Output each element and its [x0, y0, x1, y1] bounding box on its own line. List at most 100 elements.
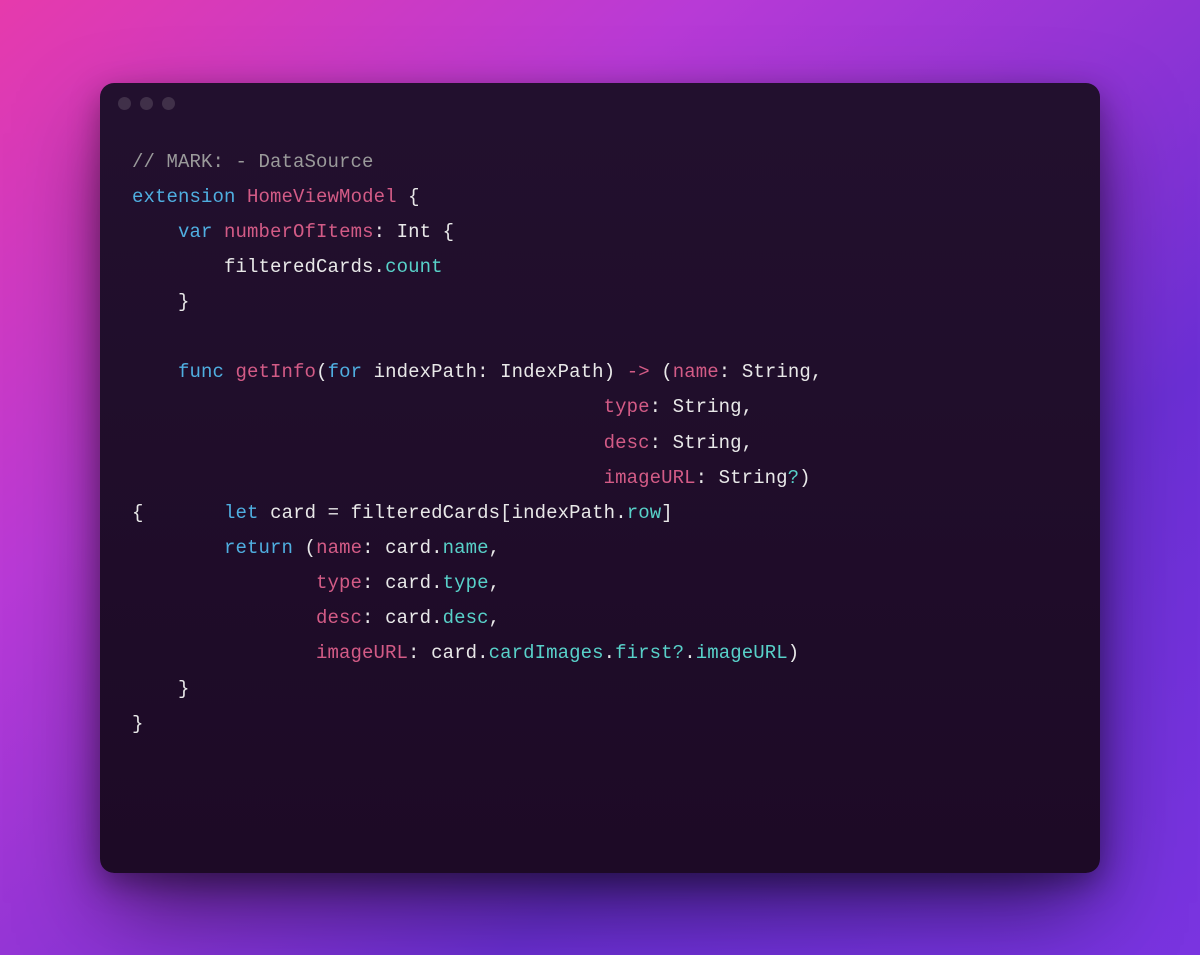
type-HomeViewModel: HomeViewModel: [247, 186, 397, 208]
keyword-extension: extension: [132, 186, 236, 208]
colon: :: [650, 396, 662, 418]
op-eq: =: [328, 502, 340, 524]
colon: :: [408, 642, 420, 664]
minimize-icon[interactable]: [140, 97, 153, 110]
label-name: name: [673, 361, 719, 383]
colon: :: [362, 607, 374, 629]
dot: .: [477, 642, 489, 664]
zoom-icon[interactable]: [162, 97, 175, 110]
type-String: String: [673, 396, 742, 418]
rparen: ): [799, 467, 811, 489]
dot: .: [374, 256, 386, 278]
var-filteredCards: filteredCards: [224, 256, 374, 278]
type-IndexPath: IndexPath: [500, 361, 604, 383]
param-indexPath: indexPath: [374, 361, 478, 383]
window-titlebar: [100, 83, 1100, 125]
dot: .: [604, 642, 616, 664]
dot: .: [615, 502, 627, 524]
comma: ,: [489, 607, 501, 629]
label-desc: desc: [316, 607, 362, 629]
lbracket: [: [500, 502, 512, 524]
indent: [132, 361, 178, 383]
label-type: type: [604, 396, 650, 418]
comma: ,: [742, 396, 754, 418]
brace: {: [397, 186, 420, 208]
indent: [132, 256, 224, 278]
rparen: ): [604, 361, 616, 383]
pad: [132, 432, 604, 454]
prop-numberOfItems: numberOfItems: [224, 221, 374, 243]
member-imageURL: imageURL: [696, 642, 788, 664]
keyword-var: var: [178, 221, 213, 243]
var-card: card: [385, 572, 431, 594]
indent: [132, 678, 178, 700]
colon: :: [362, 537, 374, 559]
pad: [132, 607, 316, 629]
indent: [132, 537, 224, 559]
pad: [132, 572, 316, 594]
var-indexPath: indexPath: [512, 502, 616, 524]
indent: [132, 291, 178, 313]
member-count: count: [385, 256, 443, 278]
keyword-for: for: [328, 361, 363, 383]
dot: .: [684, 642, 696, 664]
colon: :: [362, 572, 374, 594]
func-getInfo: getInfo: [236, 361, 317, 383]
pad: [144, 502, 225, 524]
member-row: row: [627, 502, 662, 524]
dot: .: [431, 572, 443, 594]
label-imageURL: imageURL: [316, 642, 408, 664]
label-desc: desc: [604, 432, 650, 454]
comma: ,: [489, 572, 501, 594]
comma: ,: [742, 432, 754, 454]
brace: {: [132, 502, 144, 524]
rparen: ): [788, 642, 800, 664]
member-desc: desc: [443, 607, 489, 629]
var-card: card: [385, 537, 431, 559]
op-arrow: ->: [627, 361, 650, 383]
code-comment: // MARK: - DataSource: [132, 151, 374, 173]
colon: :: [650, 432, 662, 454]
code-window: // MARK: - DataSource extension HomeView…: [100, 83, 1100, 873]
dot: .: [431, 607, 443, 629]
type-String: String: [673, 432, 742, 454]
brace: }: [132, 713, 144, 735]
colon: :: [374, 221, 386, 243]
var-card: card: [385, 607, 431, 629]
colon: :: [719, 361, 731, 383]
keyword-func: func: [178, 361, 224, 383]
code-block: // MARK: - DataSource extension HomeView…: [100, 125, 1100, 770]
op-optional: ?: [673, 642, 685, 664]
pad: [132, 642, 316, 664]
colon: :: [696, 467, 708, 489]
keyword-let: let: [224, 502, 259, 524]
comma: ,: [811, 361, 823, 383]
comma: ,: [489, 537, 501, 559]
var-card: card: [270, 502, 316, 524]
lparen: (: [661, 361, 673, 383]
dot: .: [431, 537, 443, 559]
brace: }: [178, 291, 190, 313]
label-imageURL: imageURL: [604, 467, 696, 489]
label-type: type: [316, 572, 362, 594]
member-name: name: [443, 537, 489, 559]
type-String: String: [742, 361, 811, 383]
pad: [132, 467, 604, 489]
op-optional: ?: [788, 467, 800, 489]
gradient-background: // MARK: - DataSource extension HomeView…: [0, 0, 1200, 955]
pad: [132, 396, 604, 418]
member-first: first: [615, 642, 673, 664]
colon: :: [477, 361, 489, 383]
type-Int: Int: [397, 221, 432, 243]
lparen: (: [305, 537, 317, 559]
label-name: name: [316, 537, 362, 559]
keyword-return: return: [224, 537, 293, 559]
brace: {: [431, 221, 454, 243]
lparen: (: [316, 361, 328, 383]
brace: }: [178, 678, 190, 700]
member-type: type: [443, 572, 489, 594]
var-filteredCards: filteredCards: [351, 502, 501, 524]
member-cardImages: cardImages: [489, 642, 604, 664]
close-icon[interactable]: [118, 97, 131, 110]
indent: [132, 221, 178, 243]
